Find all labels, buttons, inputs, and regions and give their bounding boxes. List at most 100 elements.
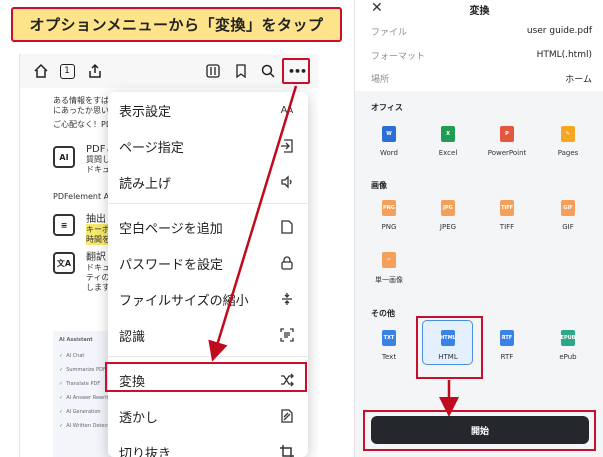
pages-icon: ✎ bbox=[561, 126, 575, 142]
format-tile-rtf[interactable]: RTF RTF bbox=[477, 330, 537, 370]
png-icon: PNG bbox=[382, 200, 396, 216]
options-menu: 表示設定 Aᴀ ページ指定 読み上げ 空白ページを追加 パスワードを設定 ファイ… bbox=[108, 92, 308, 457]
menu-item-read-aloud[interactable]: 読み上げ bbox=[108, 164, 308, 200]
speaker-icon bbox=[278, 173, 296, 191]
format-label: RTF bbox=[500, 353, 514, 361]
doc-line: PDFelement AI bbox=[53, 192, 112, 201]
menu-item-label: 空白ページを追加 bbox=[119, 221, 223, 237]
file-value: user guide.pdf bbox=[526, 26, 592, 36]
format-tile-powerpoint[interactable]: P PowerPoint bbox=[477, 126, 537, 166]
format-label: TIFF bbox=[499, 223, 515, 231]
single-image-icon: ~ bbox=[382, 252, 396, 268]
format-value: HTML(.html) bbox=[536, 50, 592, 60]
format-tile-pages[interactable]: ✎ Pages bbox=[538, 126, 598, 166]
format-row[interactable]: フォーマット HTML(.html) bbox=[371, 48, 592, 62]
home-icon[interactable] bbox=[30, 60, 52, 82]
format-label: Pages bbox=[557, 149, 579, 157]
format-label: GIF bbox=[562, 223, 574, 231]
format-label: フォーマット bbox=[371, 51, 426, 62]
mini-item: ✓ AI Chat bbox=[59, 353, 85, 359]
menu-item-add-blank-page[interactable]: 空白ページを追加 bbox=[108, 209, 308, 245]
format-tile-gif[interactable]: GIF GIF bbox=[538, 200, 598, 240]
menu-item-reduce-file-size[interactable]: ファイルサイズの縮小 bbox=[108, 281, 308, 317]
excel-icon: X bbox=[441, 126, 455, 142]
reader-settings-icon[interactable] bbox=[202, 60, 224, 82]
section-other: その他 bbox=[371, 309, 395, 318]
menu-item-label: ページ指定 bbox=[119, 140, 184, 156]
text-file-icon: TXT bbox=[382, 330, 396, 346]
format-tile-epub[interactable]: EPUB ePub bbox=[538, 330, 598, 370]
menu-item-label: 切り抜き bbox=[119, 446, 172, 457]
dialog-header: ✕ 変換 bbox=[355, 0, 603, 22]
blank-page-icon bbox=[278, 218, 296, 236]
file-label: ファイル bbox=[371, 27, 408, 38]
start-highlight-box bbox=[363, 410, 596, 451]
menu-item-label: 読み上げ bbox=[119, 176, 172, 192]
menu-item-label: 表示設定 bbox=[119, 104, 172, 120]
location-row[interactable]: 場所 ホーム bbox=[371, 71, 592, 85]
list-icon: ≡ bbox=[53, 214, 75, 236]
instruction-banner: オプションメニューから「変換」をタップ bbox=[11, 7, 342, 42]
menu-item-crop[interactable]: 切り抜き bbox=[108, 434, 308, 457]
rtf-file-icon: RTF bbox=[500, 330, 514, 346]
menu-item-label: 認識 bbox=[119, 329, 146, 345]
format-label: ePub bbox=[559, 353, 577, 361]
tiff-icon: TIFF bbox=[500, 200, 514, 216]
menu-item-watermark[interactable]: 透かし bbox=[108, 398, 308, 434]
location-label: 場所 bbox=[371, 74, 390, 85]
format-label: 単一画像 bbox=[375, 276, 403, 284]
format-label: Text bbox=[381, 353, 397, 361]
menu-item-display-settings[interactable]: 表示設定 Aᴀ bbox=[108, 92, 308, 128]
epub-file-icon: EPUB bbox=[561, 330, 575, 346]
share-icon[interactable] bbox=[84, 60, 106, 82]
menu-item-label: 透かし bbox=[119, 410, 159, 426]
doc-line: ドキュ bbox=[86, 165, 110, 174]
format-tile-word[interactable]: W Word bbox=[359, 126, 419, 166]
bookmark-icon[interactable] bbox=[230, 60, 252, 82]
text-size-icon: Aᴀ bbox=[280, 104, 294, 116]
doc-line: します bbox=[86, 283, 110, 292]
format-tile-[interactable]: ~ 単一画像 bbox=[359, 252, 419, 292]
mini-item: ✓ AI Generation bbox=[59, 409, 101, 415]
lock-icon bbox=[278, 254, 296, 272]
menu-item-go-to-page[interactable]: ページ指定 bbox=[108, 128, 308, 164]
convert-dialog: ✕ 変換 ファイル user guide.pdf フォーマット HTML(.ht… bbox=[354, 0, 603, 457]
mini-item: ✓ Translate PDF bbox=[59, 381, 101, 387]
ai-chat-icon: AI bbox=[53, 146, 75, 168]
more-highlight-box bbox=[282, 58, 310, 84]
doc-line: にあったか思い bbox=[53, 106, 109, 115]
format-label: PowerPoint bbox=[487, 149, 527, 157]
watermark-icon bbox=[278, 407, 296, 425]
format-tile-excel[interactable]: X Excel bbox=[418, 126, 478, 166]
mini-item: ✓ AI Answer Rewrite bbox=[59, 395, 112, 401]
menu-item-recognize[interactable]: 認識 bbox=[108, 317, 308, 353]
doc-highlight: 時間を bbox=[86, 234, 110, 245]
reader-toolbar: 1 ••• bbox=[20, 54, 318, 88]
tutorial-left-panel: オプションメニューから「変換」をタップ 1 ••• ある情報をすばやく にあった… bbox=[0, 0, 350, 457]
location-value: ホーム bbox=[565, 74, 592, 85]
format-tile-jpeg[interactable]: JPG JPEG bbox=[418, 200, 478, 240]
compress-icon bbox=[278, 290, 296, 308]
gif-icon: GIF bbox=[561, 200, 575, 216]
format-tile-tiff[interactable]: TIFF TIFF bbox=[477, 200, 537, 240]
menu-item-label: ファイルサイズの縮小 bbox=[119, 293, 249, 309]
translate-icon: 文A bbox=[53, 252, 75, 274]
html-highlight-box bbox=[416, 316, 483, 379]
menu-item-label: パスワードを設定 bbox=[119, 257, 224, 273]
jpeg-icon: JPG bbox=[441, 200, 455, 216]
menu-divider bbox=[108, 356, 308, 357]
mini-item: ✓ Summarize PDF bbox=[59, 367, 106, 373]
format-label: Excel bbox=[438, 149, 458, 157]
section-office: オフィス bbox=[371, 103, 403, 112]
word-icon: W bbox=[382, 126, 396, 142]
format-label: JPEG bbox=[439, 223, 457, 231]
menu-divider bbox=[108, 203, 308, 204]
go-to-page-icon bbox=[278, 137, 296, 155]
page-number-icon[interactable]: 1 bbox=[56, 60, 78, 82]
powerpoint-icon: P bbox=[500, 126, 514, 142]
menu-item-set-password[interactable]: パスワードを設定 bbox=[108, 245, 308, 281]
format-tile-png[interactable]: PNG PNG bbox=[359, 200, 419, 240]
page-number: 1 bbox=[59, 63, 75, 79]
search-icon[interactable] bbox=[257, 60, 279, 82]
format-tile-text[interactable]: TXT Text bbox=[359, 330, 419, 370]
